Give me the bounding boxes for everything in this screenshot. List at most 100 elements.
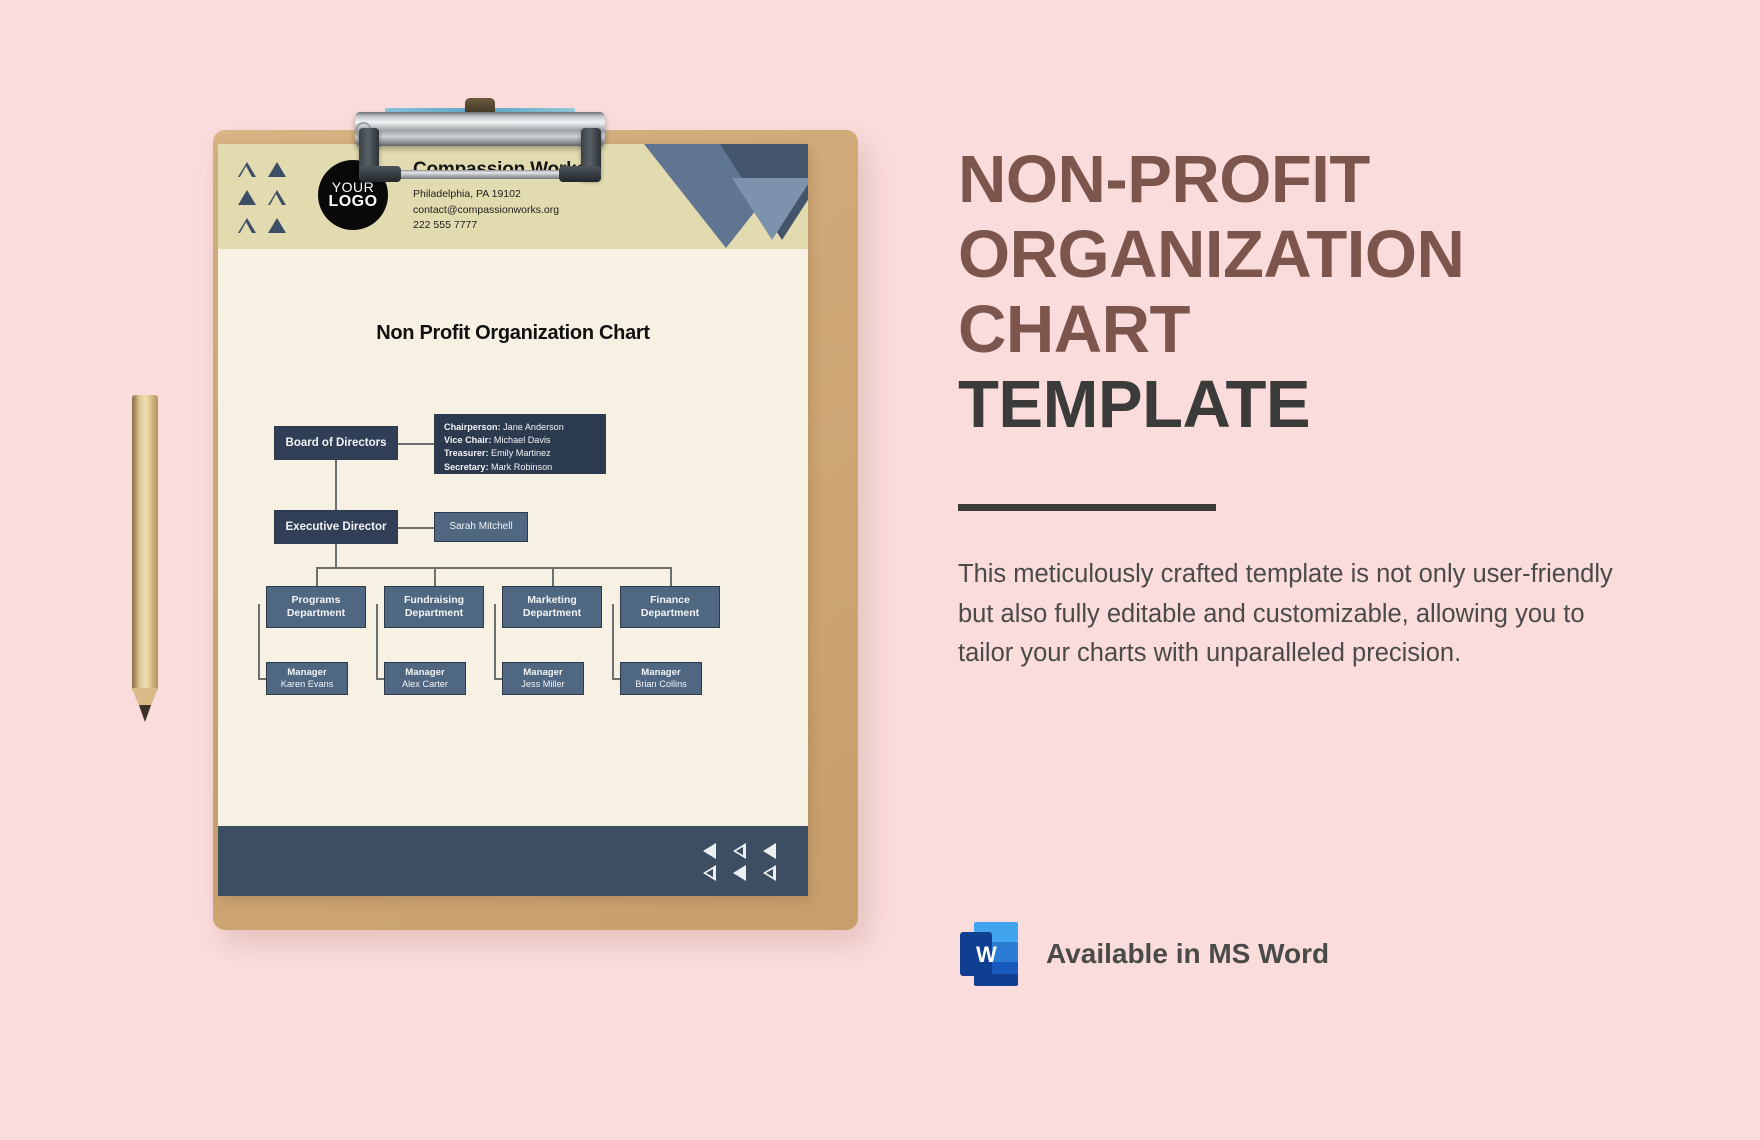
board-member-row: Vice Chair: Michael Davis — [444, 434, 550, 447]
connector-dept0-to-mgr — [258, 604, 260, 679]
ms-word-icon: W — [960, 922, 1018, 986]
triangle-outline-icon — [268, 190, 286, 205]
headline-line-1: NON-PROFIT — [958, 142, 1370, 217]
connector-department-bus — [316, 567, 671, 569]
board-member-role: Chairperson: — [444, 422, 501, 432]
connector-board-to-exec — [335, 460, 337, 510]
triangle-decoration-grid — [238, 162, 298, 246]
dept-label-line1: Finance — [650, 594, 690, 607]
svg-text:W: W — [976, 942, 997, 967]
left-triangle-outline-icon — [732, 843, 746, 859]
org-node-label: Board of Directors — [285, 436, 387, 449]
pencil-lead — [139, 705, 151, 722]
connector-exec-down — [335, 544, 337, 568]
left-triangle-filled-icon — [702, 843, 716, 859]
org-node-executive-name[interactable]: Sarah Mitchell — [434, 512, 528, 542]
dept-label-line1: Marketing — [527, 594, 577, 607]
manager-title: Manager — [641, 667, 681, 679]
clip-plate — [355, 112, 605, 146]
dept-label-line2: Department — [522, 607, 582, 619]
connector-to-dept-3 — [670, 567, 672, 586]
headline-line-4: TEMPLATE — [958, 367, 1311, 443]
manager-title: Manager — [523, 667, 563, 679]
org-node-label: Fundraising Department — [404, 594, 464, 620]
org-node-label: Executive Director — [285, 520, 387, 533]
board-member-name: Jane Anderson — [503, 422, 564, 432]
connector-dept1-to-mgr — [376, 604, 378, 679]
manager-name: Jess Miller — [521, 678, 565, 689]
org-node-department-finance[interactable]: Finance Department — [620, 586, 720, 628]
connector-to-dept-1 — [434, 567, 436, 586]
left-triangle-outline-icon — [702, 865, 716, 881]
connector-dept3-to-mgr — [612, 604, 614, 679]
company-email: contact@compassionworks.org — [413, 203, 560, 216]
pencil-body — [132, 395, 158, 690]
board-member-role: Vice Chair: — [444, 435, 492, 446]
dept-label-line1: Programs — [291, 594, 341, 607]
chart-title: Non Profit Organization Chart — [376, 322, 650, 344]
org-node-label: Finance Department — [641, 594, 699, 620]
org-node-board-of-directors[interactable]: Board of Directors — [274, 426, 398, 460]
manager-title: Manager — [287, 667, 327, 679]
manager-name: Alex Carter — [402, 678, 448, 689]
board-member-row: Secretary: Mark Robinson — [444, 461, 552, 474]
promo-copy: NON-PROFIT ORGANIZATION CHART TEMPLATE T… — [958, 142, 1658, 674]
org-chart: Board of Directors Chairperson: Jane And… — [248, 414, 778, 696]
connector-exec-to-name — [398, 527, 434, 529]
left-triangle-outline-icon — [762, 865, 776, 881]
document-footer — [218, 826, 808, 896]
dept-label-line2: Department — [404, 607, 464, 619]
connector-board-to-info — [398, 443, 434, 445]
board-member-name: Mark Robinson — [491, 461, 553, 472]
document-sheet: YOUR LOGO Compassion Works Philadelphia,… — [218, 144, 808, 896]
divider-rule — [958, 504, 1216, 512]
board-member-role: Secretary: — [444, 461, 489, 472]
left-triangle-filled-icon — [762, 843, 776, 859]
org-node-board-members-panel[interactable]: Chairperson: Jane Anderson Vice Chair: M… — [434, 414, 606, 474]
org-node-department-marketing[interactable]: Marketing Department — [502, 586, 602, 628]
clip-foot-right — [559, 166, 601, 182]
page-title: NON-PROFIT ORGANIZATION CHART TEMPLATE — [958, 142, 1658, 442]
triangle-outline-icon — [238, 218, 256, 233]
company-phone: 222 555 7777 — [413, 219, 478, 232]
triangle-filled-icon — [268, 218, 286, 233]
board-member-name: Michael Davis — [493, 435, 551, 446]
org-node-manager-programs[interactable]: Manager Karen Evans — [266, 662, 348, 695]
promo-description: This meticulously crafted template is no… — [958, 560, 1613, 668]
board-member-row: Chairperson: Jane Anderson — [444, 421, 564, 434]
pencil-prop — [132, 395, 158, 725]
headline-line-3: CHART — [958, 292, 1190, 368]
org-node-manager-marketing[interactable]: Manager Jess Miller — [502, 662, 584, 695]
board-member-role: Treasurer: — [444, 448, 489, 459]
org-node-department-programs[interactable]: Programs Department — [266, 586, 366, 628]
dept-label-line2: Department — [286, 607, 346, 619]
connector-to-dept-0 — [316, 567, 318, 586]
org-node-manager-fundraising[interactable]: Manager Alex Carter — [384, 662, 466, 695]
manager-name: Karen Evans — [280, 678, 334, 689]
corner-triangle-mid-icon — [732, 178, 808, 240]
manager-name: Brian Collins — [635, 678, 687, 689]
clipboard-clip — [355, 98, 605, 203]
org-node-department-fundraising[interactable]: Fundraising Department — [384, 586, 484, 628]
clip-foot-left — [359, 166, 401, 182]
footer-triangle-group — [694, 840, 784, 884]
triangle-outline-icon — [238, 162, 256, 177]
board-member-row: Treasurer: Emily Martinez — [444, 447, 551, 460]
manager-title: Manager — [405, 667, 445, 679]
connector-to-dept-2 — [552, 567, 554, 586]
connector-dept2-to-mgr — [494, 604, 496, 679]
availability-label: Available in MS Word — [1046, 938, 1330, 969]
availability-badge: W Available in MS Word — [958, 920, 1329, 988]
headline-line-2: ORGANIZATION — [958, 217, 1465, 293]
org-node-label: Marketing Department — [523, 594, 581, 620]
triangle-filled-icon — [238, 190, 256, 205]
clipboard-mockup: YOUR LOGO Compassion Works Philadelphia,… — [0, 0, 900, 1140]
org-node-label: Programs Department — [287, 594, 345, 620]
left-triangle-filled-icon — [732, 865, 746, 881]
board-member-name: Emily Martinez — [491, 448, 551, 459]
org-node-executive-director[interactable]: Executive Director — [274, 510, 398, 544]
org-node-label: Sarah Mitchell — [449, 520, 513, 532]
org-node-manager-finance[interactable]: Manager Brian Collins — [620, 662, 702, 695]
dept-label-line1: Fundraising — [403, 594, 465, 607]
dept-label-line2: Department — [640, 607, 700, 619]
